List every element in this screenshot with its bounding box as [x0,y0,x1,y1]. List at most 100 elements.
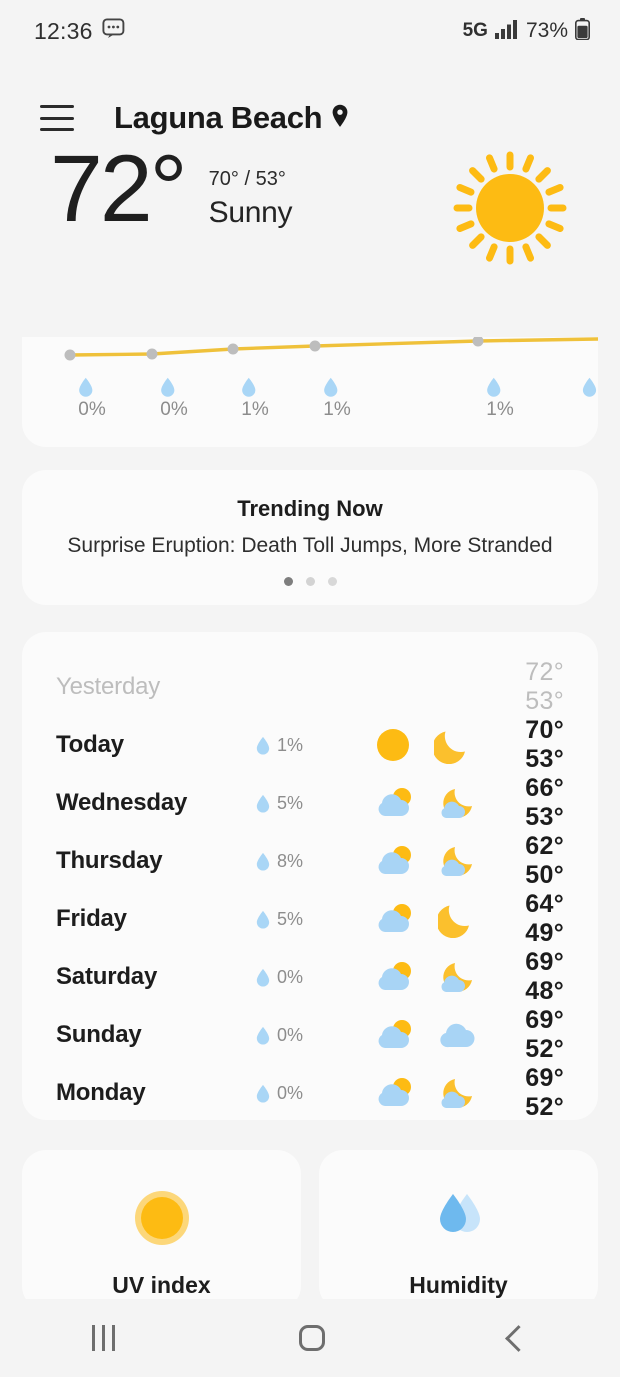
forecast-precip-value: 1% [277,734,304,755]
hamburger-menu-icon[interactable] [40,105,74,131]
page-title[interactable]: Laguna Beach [114,100,349,136]
current-condition: Sunny [208,196,293,229]
forecast-day-label: Yesterday [56,673,161,700]
table-row[interactable]: Thursday 8% 62° 50° [22,832,598,890]
forecast-temps: 70° 53° [494,716,564,774]
partly-cloudy-day-icon [378,1020,411,1048]
forecast-icons [374,1016,494,1054]
table-row[interactable]: Wednesday 5% 66° 53° [22,774,598,832]
forecast-icons [374,1074,494,1112]
hourly-precip-value: 1% [486,399,514,420]
forecast-icons [374,900,494,938]
detail-tiles: UV index Humidity [22,1150,598,1310]
forecast-high: 72° [525,658,564,686]
hourly-forecast-card[interactable]: 0% 0% 1% 1% 1% [22,337,598,447]
current-conditions: 72° 70° / 53° Sunny [0,140,620,270]
partly-cloudy-night-icon [441,789,472,818]
forecast-high: 70° [525,716,564,744]
location-pin-icon [331,100,349,136]
hourly-temperature-chart [64,337,598,361]
forecast-precip-value: 5% [277,792,304,813]
forecast-low: 53° [525,745,564,773]
forecast-low: 52° [525,1035,564,1063]
partly-cloudy-night-icon [441,1079,472,1108]
page-dot[interactable] [327,577,337,586]
droplet-icon [324,377,338,397]
partly-cloudy-day-icon [378,846,411,874]
partly-cloudy-night-icon [441,963,472,992]
droplet-icon [79,377,93,397]
partly-cloudy-day-icon [378,788,411,816]
recents-icon[interactable] [92,1325,115,1351]
city-name: Laguna Beach [114,100,323,135]
humidity-tile[interactable]: Humidity [319,1150,598,1310]
forecast-precip: 0% [256,1083,374,1104]
trending-page-dots[interactable] [22,577,598,586]
uv-index-label: UV index [112,1272,211,1298]
hourly-precip-item: 1% [486,377,514,421]
droplet-icon [256,736,270,755]
cloud-icon [440,1023,475,1048]
forecast-low: 49° [525,919,564,947]
forecast-high: 69° [525,1006,564,1034]
table-row[interactable]: Today 1% 70° 53° [22,716,598,774]
forecast-day-label: Wednesday [56,789,188,816]
forecast-icons [374,784,494,822]
forecast-temps: 72° 53° [494,658,564,716]
battery-icon [575,17,590,45]
droplet-icon [161,377,175,397]
forecast-precip: 5% [256,793,374,814]
forecast-precip-value: 8% [277,850,304,871]
forecast-high: 64° [525,890,564,918]
forecast-icons [374,958,494,996]
forecast-low: 53° [525,803,564,831]
page-dot[interactable] [305,577,315,586]
droplet-icon [256,794,270,813]
forecast-temps: 62° 50° [494,832,564,890]
current-high-low: 70° / 53° [208,168,286,190]
humidity-label: Humidity [409,1272,508,1298]
droplet-icon [487,377,501,397]
uv-sun-icon [134,1191,189,1245]
moon-icon [434,731,465,764]
trending-now-card[interactable]: Trending Now Surprise Eruption: Death To… [22,470,598,605]
weather-app-screen: 12:36 5G 73% Laguna Beach 72° 70° / 53° … [0,0,620,1377]
forecast-precip: 8% [256,851,374,872]
hourly-precip-item: 1% [323,377,351,421]
hourly-precip-item: 1% [241,377,269,421]
hourly-precip-value: 0% [160,399,188,420]
forecast-high: 69° [525,1064,564,1092]
app-header: Laguna Beach [0,62,620,140]
uv-index-tile[interactable]: UV index [22,1150,301,1310]
current-meta: 70° / 53° Sunny [209,144,293,230]
forecast-day-label: Thursday [56,847,163,874]
home-icon[interactable] [299,1325,325,1351]
table-row[interactable]: Saturday 0% 69° 48° [22,948,598,1006]
android-navigation-bar [0,1299,620,1377]
status-bar: 12:36 5G 73% [0,0,620,62]
network-type: 5G [462,20,488,41]
table-row[interactable]: Sunday 0% 69° 52° [22,1006,598,1064]
forecast-precip: 5% [256,909,374,930]
forecast-day-label: Sunday [56,1021,142,1048]
trending-headline[interactable]: Surprise Eruption: Death Toll Jumps, Mor… [22,534,598,558]
forecast-temps: 69° 52° [494,1064,564,1122]
battery-percent: 73% [525,19,568,42]
forecast-precip-value: 0% [277,966,304,987]
back-icon[interactable] [505,1324,532,1352]
table-row[interactable]: Friday 5% 64° 49° [22,890,598,948]
table-row[interactable]: Yesterday 72° 53° [22,658,598,716]
table-row[interactable]: Monday 0% 69° 52° [22,1064,598,1122]
page-dot-active[interactable] [283,577,293,586]
droplet-icon [242,377,256,397]
forecast-precip-value: 0% [277,1024,304,1045]
forecast-precip: 0% [256,1025,374,1046]
partly-cloudy-day-icon [378,1078,411,1106]
forecast-day-label: Today [56,731,124,758]
forecast-icons [374,842,494,880]
forecast-precip: 1% [256,735,374,756]
message-icon [102,18,125,44]
forecast-high: 69° [525,948,564,976]
sun-icon [377,729,409,761]
droplet-icon [256,852,270,871]
